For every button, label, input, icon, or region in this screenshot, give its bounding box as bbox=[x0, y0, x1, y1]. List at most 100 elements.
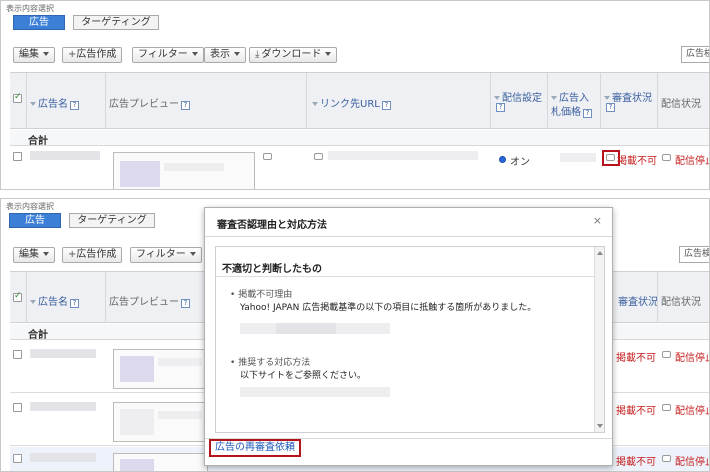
row-checkbox[interactable] bbox=[13, 403, 22, 412]
comment-icon[interactable] bbox=[263, 153, 272, 160]
ad-name-redacted bbox=[30, 349, 96, 358]
ad-name-redacted bbox=[30, 453, 96, 462]
delivery-status-stopped: 配信停止 bbox=[675, 457, 709, 468]
edit-button[interactable]: 編集 bbox=[13, 47, 55, 63]
help-icon[interactable]: ? bbox=[70, 299, 79, 308]
row-checkbox[interactable] bbox=[13, 350, 22, 359]
column-ad-name[interactable]: 広告名? bbox=[30, 95, 79, 110]
help-icon[interactable]: ? bbox=[583, 109, 592, 118]
help-icon[interactable]: ? bbox=[496, 103, 505, 112]
help-icon[interactable]: ? bbox=[181, 101, 190, 110]
column-bid-price-line2: 札価格? bbox=[551, 103, 592, 118]
table-header: 広告名? 広告プレビュー? リンク先URL? 配信設定 ? 広告入 札価格? 審… bbox=[10, 72, 709, 129]
comment-icon[interactable] bbox=[662, 351, 671, 358]
ad-search-input[interactable]: 広告検 bbox=[681, 46, 709, 63]
ad-name-redacted bbox=[30, 151, 100, 160]
delivery-status-stopped: 配信停止 bbox=[675, 406, 709, 417]
edit-label: 編集 bbox=[19, 49, 39, 60]
review-status-rejected: 掲載不可 bbox=[617, 156, 657, 167]
column-review-status[interactable]: 審査状況 bbox=[618, 293, 658, 308]
help-icon[interactable]: ? bbox=[606, 103, 615, 112]
ad-preview bbox=[113, 453, 208, 471]
comment-icon[interactable] bbox=[662, 455, 671, 462]
reason-detail-redacted bbox=[276, 323, 336, 334]
edit-label: 編集 bbox=[19, 249, 39, 260]
action-label: • 推奨する対応方法 bbox=[230, 358, 311, 368]
ad-preview bbox=[113, 349, 208, 389]
close-icon[interactable]: × bbox=[593, 214, 602, 227]
create-ad-label: 広告作成 bbox=[76, 249, 117, 260]
select-all-checkbox[interactable] bbox=[13, 92, 22, 103]
bid-price-redacted bbox=[560, 153, 596, 162]
sort-icon bbox=[30, 102, 36, 106]
chevron-down-icon bbox=[189, 252, 196, 256]
help-icon[interactable]: ? bbox=[70, 101, 79, 110]
filter-button[interactable]: フィルター bbox=[132, 47, 204, 63]
ad-preview bbox=[113, 152, 255, 189]
link-url-redacted bbox=[328, 151, 478, 160]
select-all-checkbox[interactable] bbox=[13, 291, 22, 302]
row-checkbox[interactable] bbox=[13, 152, 22, 161]
section-title: 不適切と判断したもの bbox=[222, 264, 322, 275]
download-icon: ⤓ bbox=[255, 49, 260, 60]
sort-icon bbox=[604, 96, 610, 100]
reason-text: Yahoo! JAPAN 広告掲載基準の以下の項目に抵触する箇所がありました。 bbox=[240, 303, 537, 313]
ad-preview bbox=[113, 402, 208, 442]
review-status-rejected: 掲載不可 bbox=[616, 353, 656, 364]
tab-ads[interactable]: 広告 bbox=[13, 15, 65, 30]
section-header: 不適切と判断したもの bbox=[216, 247, 594, 277]
chevron-down-icon bbox=[43, 52, 49, 56]
column-link-url[interactable]: リンク先URL? bbox=[312, 95, 391, 110]
column-delivery-status: 配信状況 bbox=[661, 297, 701, 308]
edit-button[interactable]: 編集 bbox=[13, 247, 55, 263]
display-selection-label: 表示内容選択 bbox=[6, 4, 54, 13]
tab-targeting[interactable]: ターゲティング bbox=[73, 15, 159, 30]
row-checkbox[interactable] bbox=[13, 454, 22, 463]
display-selection-label: 表示内容選択 bbox=[6, 202, 54, 211]
column-review-status[interactable]: 審査状況 bbox=[604, 89, 652, 104]
delivery-status-stopped: 配信停止 bbox=[675, 156, 709, 167]
delivery-status-stopped: 配信停止 bbox=[675, 353, 709, 364]
display-button[interactable]: 表示 bbox=[204, 47, 246, 63]
column-ad-name[interactable]: 広告名? bbox=[30, 293, 79, 308]
chevron-down-icon bbox=[325, 52, 332, 56]
comment-icon[interactable] bbox=[314, 153, 323, 160]
column-delivery-status: 配信状況 bbox=[661, 99, 701, 110]
review-detail-icon[interactable] bbox=[606, 154, 615, 161]
chevron-down-icon bbox=[191, 52, 198, 56]
delivery-on-radio[interactable] bbox=[499, 156, 506, 163]
total-label: 合計 bbox=[28, 136, 48, 147]
modal-title: 審査否認理由と対応方法 bbox=[217, 220, 327, 231]
reason-label: • 掲載不可理由 bbox=[230, 290, 293, 300]
total-label: 合計 bbox=[28, 330, 48, 341]
create-ad-button[interactable]: +広告作成 bbox=[62, 247, 123, 263]
ad-name-redacted bbox=[30, 402, 96, 411]
top-panel: 表示内容選択 広告 ターゲティング 編集 +広告作成 フィルター 表示 ⤓ ダウン… bbox=[0, 0, 710, 190]
tab-ads[interactable]: 広告 bbox=[9, 213, 61, 228]
ad-search-input[interactable]: 広告検 bbox=[679, 246, 709, 263]
comment-icon[interactable] bbox=[662, 154, 671, 161]
download-button[interactable]: ⤓ ダウンロード bbox=[249, 47, 338, 63]
comment-icon[interactable] bbox=[662, 404, 671, 411]
scrollbar[interactable] bbox=[594, 247, 604, 432]
help-icon[interactable]: ? bbox=[181, 299, 190, 308]
display-label: 表示 bbox=[210, 49, 230, 60]
tab-targeting[interactable]: ターゲティング bbox=[69, 213, 155, 228]
column-bid-price[interactable]: 広告入 bbox=[551, 89, 589, 104]
download-label: ダウンロード bbox=[261, 49, 322, 60]
sort-icon bbox=[312, 102, 318, 106]
modal-content: 不適切と判断したもの • 掲載不可理由 Yahoo! JAPAN 広告掲載基準の… bbox=[215, 246, 605, 433]
reexamination-request-link[interactable]: 広告の再審査依頼 bbox=[209, 439, 301, 457]
review-rejection-modal: 審査否認理由と対応方法 × 不適切と判断したもの • 掲載不可理由 Yahoo!… bbox=[204, 207, 613, 466]
help-icon[interactable]: ? bbox=[381, 101, 391, 110]
scroll-up-icon[interactable] bbox=[597, 251, 603, 255]
scroll-down-icon[interactable] bbox=[597, 424, 603, 428]
filter-label: フィルター bbox=[136, 249, 186, 260]
create-ad-label: 広告作成 bbox=[76, 49, 117, 60]
column-preview: 広告プレビュー? bbox=[109, 95, 190, 110]
filter-button[interactable]: フィルター bbox=[130, 247, 202, 263]
column-delivery-setting[interactable]: 配信設定 bbox=[494, 89, 542, 104]
sort-icon bbox=[551, 96, 557, 100]
action-text: 以下サイトをご参照ください。 bbox=[240, 371, 367, 381]
create-ad-button[interactable]: +広告作成 bbox=[62, 47, 123, 63]
